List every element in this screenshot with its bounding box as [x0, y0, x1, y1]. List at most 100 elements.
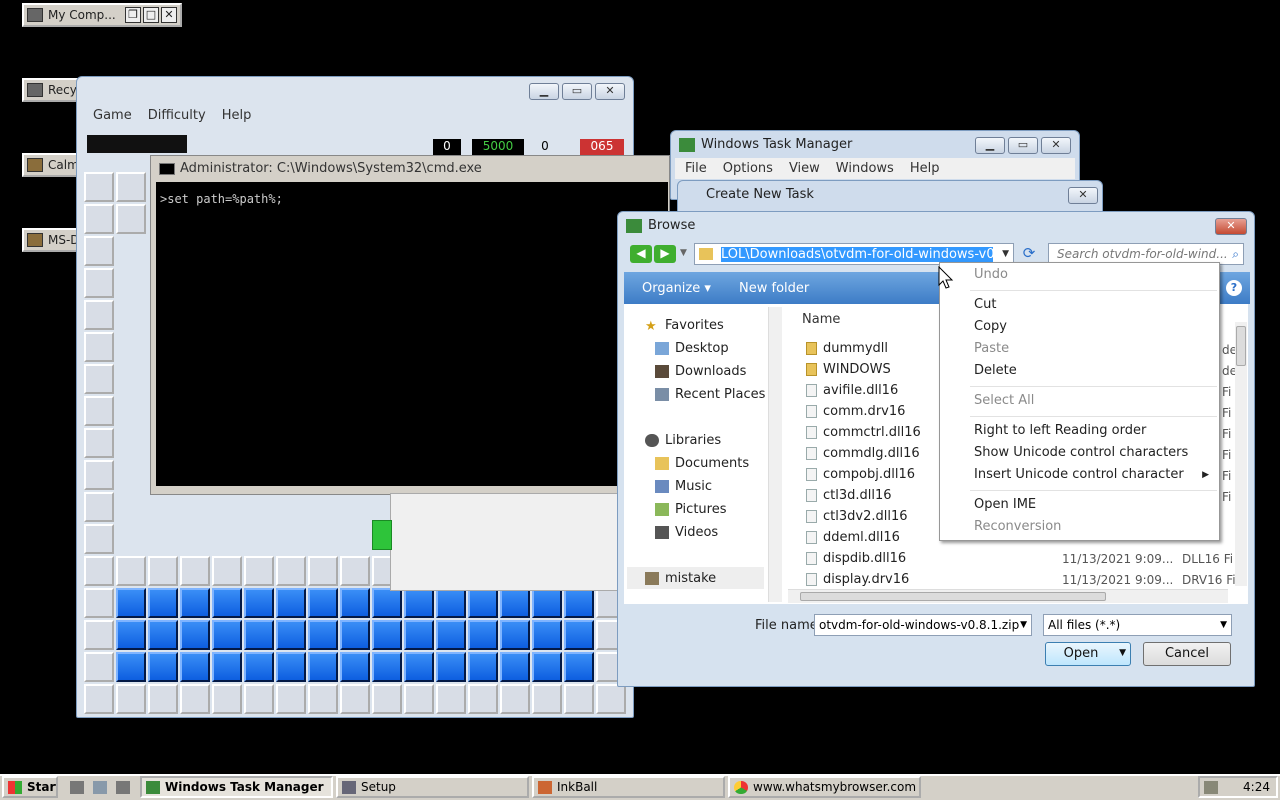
menu-item-reconversion[interactable]: Reconversion	[940, 516, 1219, 538]
mine-cell[interactable]	[116, 172, 146, 202]
mine-cell[interactable]	[308, 652, 338, 682]
mine-cell[interactable]	[340, 588, 370, 618]
menu-view[interactable]: View	[789, 161, 820, 176]
close-button[interactable]: ✕	[1041, 137, 1071, 154]
mine-cell[interactable]	[500, 684, 530, 714]
mine-cell[interactable]	[564, 620, 594, 650]
mine-cell[interactable]	[276, 620, 306, 650]
menu-item-rtl[interactable]: Right to left Reading order	[940, 420, 1219, 442]
file-row[interactable]: commctrl.dll16	[806, 425, 921, 440]
mine-cell[interactable]	[84, 460, 114, 490]
vscroll-thumb[interactable]	[1236, 326, 1246, 366]
file-row[interactable]: ddeml.dll16	[806, 530, 900, 545]
file-row[interactable]: WINDOWS	[806, 362, 891, 377]
mine-cell[interactable]	[436, 588, 466, 618]
address-text[interactable]: LOL\Downloads\otvdm-for-old-windows-v0.8…	[721, 246, 993, 262]
mine-cell[interactable]	[84, 492, 114, 522]
file-type-dropdown-icon[interactable]: ▼	[1220, 620, 1231, 630]
mine-cell[interactable]	[500, 620, 530, 650]
mine-cell[interactable]	[84, 268, 114, 298]
nav-pictures[interactable]: Pictures	[655, 502, 726, 517]
menu-item-open-ime[interactable]: Open IME	[940, 494, 1219, 516]
mine-cell[interactable]	[500, 652, 530, 682]
mine-cell[interactable]	[148, 652, 178, 682]
mine-cell[interactable]	[596, 684, 626, 714]
mine-cell[interactable]	[340, 652, 370, 682]
mine-cell[interactable]	[564, 652, 594, 682]
cmd-console[interactable]: >set path=%path%;	[156, 182, 668, 486]
mine-cell[interactable]	[500, 588, 530, 618]
mine-cell[interactable]	[340, 684, 370, 714]
menu-item-delete[interactable]: Delete	[940, 360, 1219, 382]
organize-button[interactable]: Organize ▾	[642, 281, 711, 296]
nav-documents[interactable]: Documents	[655, 456, 749, 471]
menu-item-show-unicode[interactable]: Show Unicode control characters	[940, 442, 1219, 464]
mine-cell[interactable]	[212, 556, 242, 586]
tray-icon[interactable]	[1204, 780, 1218, 794]
menu-file[interactable]: File	[685, 161, 707, 176]
mine-cell[interactable]	[276, 652, 306, 682]
file-row[interactable]: avifile.dll16	[806, 383, 898, 398]
start-button[interactable]: Start	[2, 776, 58, 798]
mine-cell[interactable]	[84, 236, 114, 266]
menu-item-undo[interactable]: Undo	[940, 264, 1219, 286]
mine-cell[interactable]	[84, 524, 114, 554]
menu-difficulty[interactable]: Difficulty	[148, 108, 206, 123]
quick-launch-icon[interactable]	[116, 781, 130, 794]
nav-mistake[interactable]: mistake	[627, 567, 764, 589]
mine-cell[interactable]	[212, 684, 242, 714]
mine-cell[interactable]	[116, 620, 146, 650]
menu-item-insert-unicode[interactable]: Insert Unicode control character ▶	[940, 464, 1219, 486]
mine-cell[interactable]	[436, 620, 466, 650]
mine-cell[interactable]	[116, 556, 146, 586]
file-row[interactable]: ctl3d.dll16	[806, 488, 892, 503]
mine-cell[interactable]	[84, 364, 114, 394]
cancel-button[interactable]: Cancel	[1143, 642, 1231, 666]
file-row[interactable]: display.drv16	[806, 572, 909, 587]
mine-cell[interactable]	[84, 300, 114, 330]
mine-cell[interactable]	[468, 620, 498, 650]
mine-cell[interactable]	[84, 652, 114, 682]
nav-desktop[interactable]: Desktop	[655, 341, 729, 356]
address-dropdown-icon[interactable]: ▼	[998, 249, 1013, 259]
history-dropdown-icon[interactable]: ▼	[680, 248, 687, 258]
taskbar-setup[interactable]: Setup	[336, 776, 529, 798]
vscrollbar[interactable]	[1235, 322, 1247, 586]
mine-cell[interactable]	[148, 588, 178, 618]
close-button[interactable]: ✕	[1215, 218, 1247, 235]
menu-help[interactable]: Help	[910, 161, 940, 176]
file-row[interactable]: compobj.dll16	[806, 467, 915, 482]
filename-dropdown-icon[interactable]: ▼	[1020, 620, 1031, 630]
menu-help[interactable]: Help	[222, 108, 252, 123]
hscrollbar[interactable]	[788, 589, 1228, 603]
mine-cell[interactable]	[212, 652, 242, 682]
file-row[interactable]: dummydll	[806, 341, 888, 356]
mine-cell[interactable]	[180, 588, 210, 618]
mine-cell[interactable]	[372, 620, 402, 650]
menu-item-copy[interactable]: Copy	[940, 316, 1219, 338]
mine-cell[interactable]	[244, 684, 274, 714]
mine-cell[interactable]	[532, 588, 562, 618]
mine-cell[interactable]	[84, 172, 114, 202]
mine-cell[interactable]	[84, 588, 114, 618]
mine-cell[interactable]	[404, 684, 434, 714]
mine-cell[interactable]	[532, 652, 562, 682]
mine-cell[interactable]	[180, 556, 210, 586]
mine-cell[interactable]	[116, 204, 146, 234]
mine-cell[interactable]	[404, 620, 434, 650]
mine-cell[interactable]	[468, 588, 498, 618]
mine-cell[interactable]	[84, 620, 114, 650]
menu-game[interactable]: Game	[93, 108, 132, 123]
mine-cell[interactable]	[148, 556, 178, 586]
close-button[interactable]: ✕	[161, 7, 177, 23]
mine-cell[interactable]	[180, 684, 210, 714]
mine-cell[interactable]	[84, 428, 114, 458]
file-row[interactable]: dispdib.dll16	[806, 551, 906, 566]
maximize-button[interactable]: □	[143, 7, 159, 23]
mine-cell[interactable]	[468, 652, 498, 682]
mine-cell[interactable]	[564, 588, 594, 618]
mine-cell[interactable]	[84, 556, 114, 586]
clock[interactable]: 4:24	[1243, 780, 1270, 794]
mine-cell[interactable]	[404, 588, 434, 618]
menu-item-select-all[interactable]: Select All	[940, 390, 1219, 412]
